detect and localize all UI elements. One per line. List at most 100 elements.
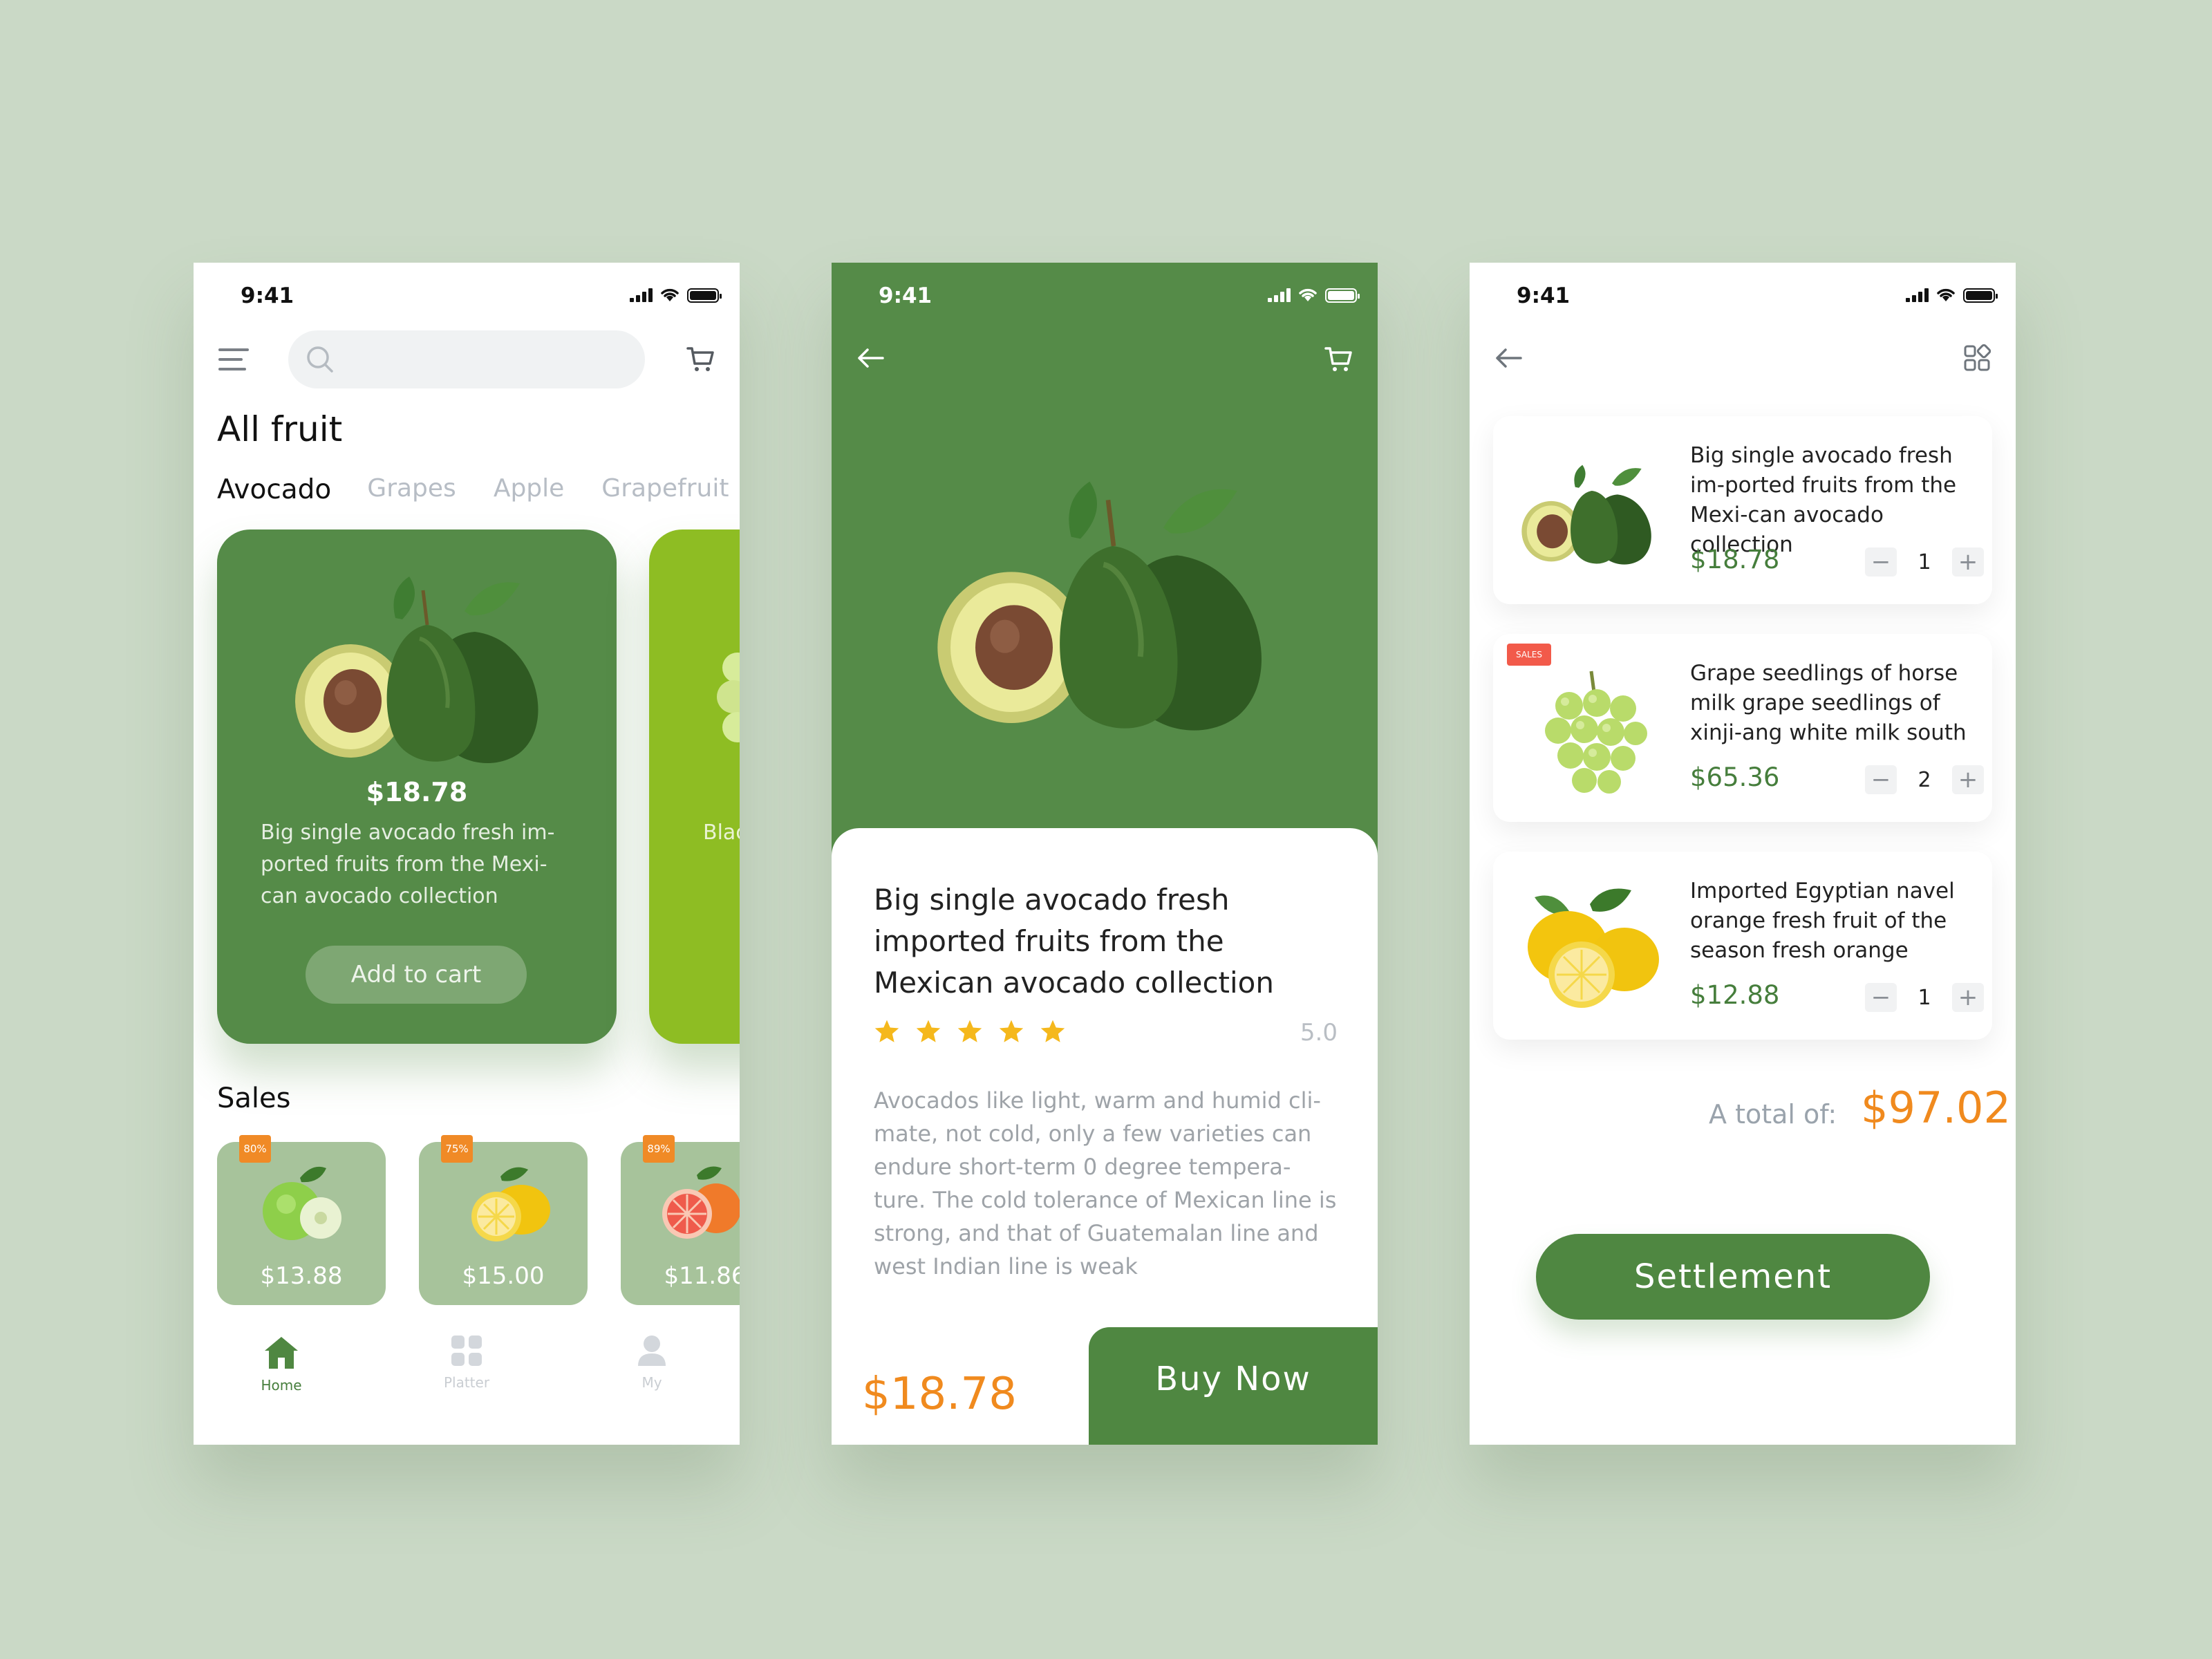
- categories-grid-icon[interactable]: [1963, 344, 1991, 372]
- discount-badge: 89%: [643, 1135, 675, 1163]
- avocado-image: [937, 481, 1262, 731]
- tab-home[interactable]: Home: [240, 1334, 323, 1394]
- sale-card[interactable]: 75% $15.00: [419, 1135, 588, 1305]
- sale-card[interactable]: 89% $11.86: [621, 1135, 740, 1305]
- tab-my[interactable]: My: [610, 1334, 693, 1391]
- decrease-button[interactable]: −: [1865, 547, 1897, 577]
- sales-title: Sales: [217, 1082, 291, 1114]
- increase-button[interactable]: +: [1952, 765, 1984, 794]
- next-card-description: Blac cial of x: [703, 821, 740, 845]
- quantity-stepper: − 1 +: [1865, 547, 1984, 577]
- tab-my-label: My: [641, 1374, 662, 1391]
- home-screen: 9:41 All fruit Avocado Grapes Apple Grap…: [194, 263, 740, 1445]
- avocado-image: [295, 577, 538, 763]
- cart-item-name: Grape seedlings of horse milk grape seed…: [1690, 661, 1967, 745]
- cart-item-name: Imported Egyptian navel orange fresh fru…: [1690, 879, 1955, 963]
- product-name: Big single avocado fresh imported fruits…: [874, 883, 1274, 1000]
- cart-item-price: $12.88: [1690, 980, 1780, 1010]
- cart-item-price: $65.36: [1690, 762, 1780, 792]
- quantity-stepper: − 2 +: [1865, 765, 1984, 794]
- cart-item[interactable]: Big single avocado fresh im-ported fruit…: [1493, 416, 1992, 604]
- status-bar: 9:41: [1470, 263, 2016, 325]
- tab-platter[interactable]: Platter: [425, 1334, 508, 1391]
- featured-price: $18.78: [366, 777, 468, 807]
- total-value: $97.02: [1861, 1082, 2011, 1133]
- status-time: 9:41: [1517, 283, 1571, 308]
- lemon-image: [1528, 888, 1659, 1008]
- status-bar: 9:41: [194, 263, 740, 325]
- grapes-image: [717, 653, 740, 742]
- product-hero: [832, 263, 1378, 857]
- menu-icon[interactable]: [218, 348, 249, 371]
- signal-icon: [630, 288, 653, 302]
- signal-icon: [1906, 288, 1929, 302]
- cart-icon[interactable]: [1324, 344, 1354, 375]
- settlement-button[interactable]: Settlement: [1536, 1234, 1930, 1320]
- grapefruit-icon: [662, 1166, 740, 1239]
- lemon-icon: [471, 1167, 550, 1241]
- tab-grapefruit[interactable]: Grapefruit: [601, 474, 729, 505]
- rating-value: 5.0: [1300, 1019, 1338, 1047]
- sales-tag: SALES: [1507, 644, 1551, 666]
- back-arrow-icon[interactable]: [1493, 344, 1524, 372]
- featured-product-card[interactable]: $18.78 Big single avocado fresh im-porte…: [217, 529, 617, 1044]
- increase-button[interactable]: +: [1952, 547, 1984, 577]
- cart-item[interactable]: SALES Grape seedlings of horse milk grap…: [1493, 634, 1992, 822]
- battery-icon: [687, 288, 722, 303]
- avocado-image: [1521, 465, 1651, 565]
- category-tabs: Avocado Grapes Apple Grapefruit: [217, 474, 740, 505]
- total-label: A total of:: [1709, 1099, 1837, 1130]
- quantity-value: 2: [1918, 767, 1931, 792]
- discount-badge: 80%: [239, 1135, 271, 1163]
- sale-price: $15.00: [462, 1262, 545, 1290]
- star-icon: [957, 1020, 982, 1042]
- status-time: 9:41: [879, 283, 932, 308]
- tab-grapes[interactable]: Grapes: [367, 474, 456, 505]
- bottom-tab-bar: Home Platter My: [194, 1334, 740, 1417]
- quantity-value: 1: [1918, 985, 1931, 1010]
- status-time: 9:41: [241, 283, 294, 308]
- page-title: All fruit: [217, 409, 343, 449]
- grapes-image: [1545, 671, 1647, 794]
- quantity-value: 1: [1918, 550, 1931, 574]
- star-icon: [999, 1020, 1024, 1042]
- tab-home-label: Home: [261, 1377, 302, 1394]
- decrease-button[interactable]: −: [1865, 765, 1897, 794]
- tab-platter-label: Platter: [443, 1374, 490, 1391]
- status-bar: 9:41: [832, 263, 1378, 325]
- increase-button[interactable]: +: [1952, 983, 1984, 1012]
- star-icon: [916, 1020, 941, 1042]
- next-product-card[interactable]: Blac cial of x: [649, 529, 740, 1044]
- cart-icon[interactable]: [686, 344, 716, 375]
- wifi-icon: [1937, 288, 1955, 301]
- wifi-icon: [661, 288, 679, 301]
- cart-screen: 9:41 Big single avocado fresh im-ported …: [1470, 263, 2016, 1445]
- wifi-icon: [1299, 288, 1317, 301]
- signal-icon: [1268, 288, 1291, 302]
- quantity-stepper: − 1 +: [1865, 983, 1984, 1012]
- buy-now-button[interactable]: Buy Now: [1089, 1327, 1378, 1445]
- battery-icon: [1325, 288, 1360, 303]
- star-icon: [1040, 1020, 1065, 1042]
- tab-apple[interactable]: Apple: [494, 474, 564, 505]
- grid-icon: [451, 1335, 482, 1366]
- back-arrow-icon[interactable]: [855, 344, 885, 372]
- cart-item-name: Big single avocado fresh im-ported fruit…: [1690, 443, 1957, 557]
- featured-description: Big single avocado fresh im-ported fruit…: [261, 821, 555, 908]
- discount-badge: 75%: [441, 1135, 473, 1163]
- product-info-sheet: Big single avocado fresh imported fruits…: [832, 828, 1378, 1445]
- home-icon: [265, 1337, 298, 1369]
- tab-avocado[interactable]: Avocado: [217, 474, 331, 505]
- sale-card[interactable]: 80% $13.88: [217, 1135, 386, 1305]
- search-bar[interactable]: [288, 330, 645, 388]
- cart-item[interactable]: Imported Egyptian navel orange fresh fru…: [1493, 852, 1992, 1040]
- apple-icon: [263, 1166, 341, 1240]
- sale-price: $13.88: [260, 1262, 343, 1290]
- battery-icon: [1963, 288, 1998, 303]
- decrease-button[interactable]: −: [1865, 983, 1897, 1012]
- product-detail-screen: 9:41 Big single avocado fresh imported f…: [832, 263, 1378, 1445]
- add-to-cart-button[interactable]: Add to cart: [306, 946, 527, 1004]
- search-input[interactable]: [344, 343, 620, 376]
- star-rating: [874, 1019, 1066, 1044]
- cart-item-price: $18.78: [1690, 545, 1780, 574]
